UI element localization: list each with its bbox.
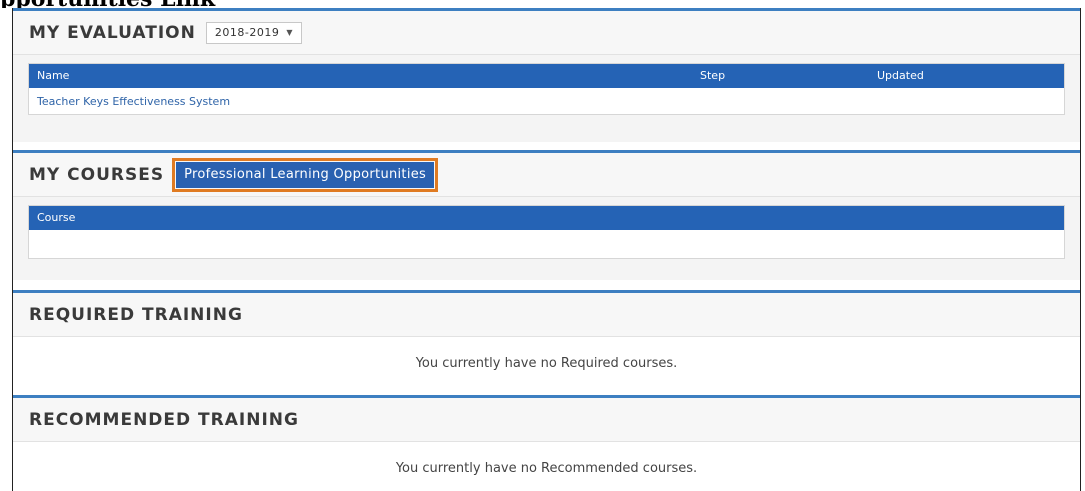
clipped-heading: pportunities Link <box>0 0 360 8</box>
recommended-training-title: RECOMMENDED TRAINING <box>29 409 299 430</box>
column-header-course[interactable]: Course <box>37 211 75 224</box>
my-courses-title: MY COURSES <box>29 164 165 185</box>
table-row: Teacher Keys Effectiveness System <box>29 88 1064 114</box>
my-courses-header: MY COURSES Professional Learning Opportu… <box>13 153 1080 197</box>
recommended-empty-message: You currently have no Recommended course… <box>13 442 1080 491</box>
my-evaluation-panel: MY EVALUATION 2018-2019 ▼ Name Step Upda… <box>13 8 1080 142</box>
my-evaluation-body: Name Step Updated Teacher Keys Effective… <box>13 55 1080 125</box>
required-training-title: REQUIRED TRAINING <box>29 304 243 325</box>
screenshot-frame: MY EVALUATION 2018-2019 ▼ Name Step Upda… <box>12 8 1081 491</box>
required-empty-message: You currently have no Required courses. <box>13 337 1080 389</box>
my-evaluation-title: MY EVALUATION <box>29 22 196 43</box>
recommended-training-header: RECOMMENDED TRAINING <box>13 398 1080 442</box>
evaluation-table: Name Step Updated Teacher Keys Effective… <box>28 63 1065 115</box>
courses-table: Course <box>28 205 1065 259</box>
year-select[interactable]: 2018-2019 ▼ <box>205 21 302 44</box>
my-courses-panel: MY COURSES Professional Learning Opportu… <box>13 150 1080 280</box>
professional-learning-button[interactable]: Professional Learning Opportunities <box>176 161 435 188</box>
highlight-outline: Professional Learning Opportunities <box>172 157 439 192</box>
column-header-step[interactable]: Step <box>700 69 725 82</box>
column-header-name[interactable]: Name <box>37 69 69 82</box>
courses-table-header: Course <box>29 206 1064 230</box>
chevron-down-icon: ▼ <box>286 28 293 37</box>
table-row <box>29 230 1064 258</box>
required-training-header: REQUIRED TRAINING <box>13 293 1080 337</box>
my-evaluation-header: MY EVALUATION 2018-2019 ▼ <box>13 11 1080 55</box>
year-select-value: 2018-2019 <box>214 26 280 39</box>
my-courses-body: Course <box>13 197 1080 269</box>
evaluation-table-header: Name Step Updated <box>29 64 1064 88</box>
evaluation-link[interactable]: Teacher Keys Effectiveness System <box>37 95 230 108</box>
column-header-updated[interactable]: Updated <box>877 69 924 82</box>
required-training-panel: REQUIRED TRAINING You currently have no … <box>13 290 1080 389</box>
recommended-training-panel: RECOMMENDED TRAINING You currently have … <box>13 395 1080 491</box>
